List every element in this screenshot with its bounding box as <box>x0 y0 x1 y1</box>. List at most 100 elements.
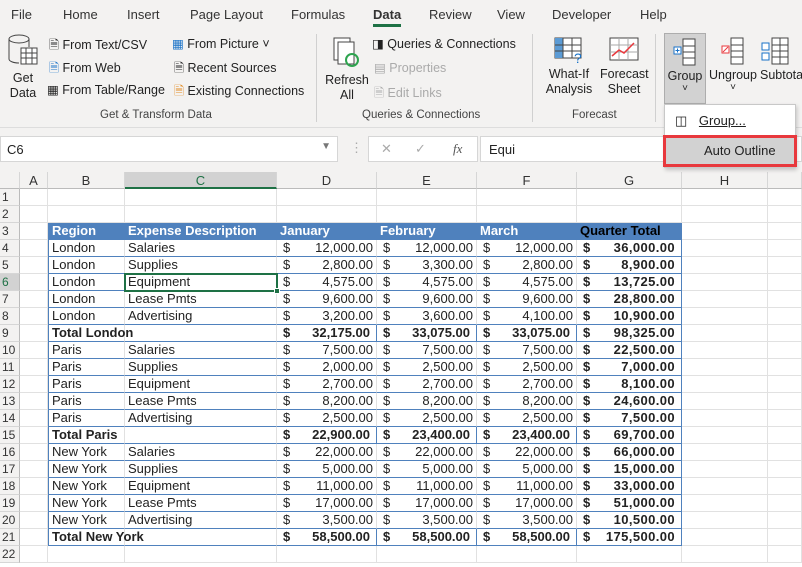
row-header-3[interactable]: 3 <box>0 223 20 240</box>
row-header-13[interactable]: 13 <box>0 393 20 410</box>
cell[interactable] <box>768 410 802 427</box>
cell[interactable] <box>20 478 48 495</box>
name-box[interactable]: C6 ▼ <box>0 136 338 162</box>
cell[interactable] <box>277 206 377 223</box>
column-header-e[interactable]: E <box>377 172 477 189</box>
row-header-9[interactable]: 9 <box>0 325 20 342</box>
cell[interactable]: $7,500.00 <box>477 342 577 359</box>
cell[interactable]: $17,000.00 <box>477 495 577 512</box>
cell[interactable] <box>20 206 48 223</box>
cell[interactable] <box>768 240 802 257</box>
cell[interactable] <box>20 291 48 308</box>
cell[interactable]: $5,000.00 <box>277 461 377 478</box>
cell[interactable] <box>20 376 48 393</box>
cell[interactable]: Paris <box>48 410 125 427</box>
cell[interactable]: $11,000.00 <box>477 478 577 495</box>
cell[interactable]: $66,000.00 <box>577 444 682 461</box>
cell[interactable]: $22,000.00 <box>277 444 377 461</box>
cell[interactable] <box>682 393 768 410</box>
cell[interactable] <box>768 529 802 546</box>
column-header-a[interactable]: A <box>20 172 48 189</box>
cell[interactable] <box>125 529 277 546</box>
cell[interactable]: New York <box>48 478 125 495</box>
cell[interactable]: London <box>48 240 125 257</box>
row-header-11[interactable]: 11 <box>0 359 20 376</box>
cell[interactable]: London <box>48 274 125 291</box>
cell[interactable]: Advertising <box>125 512 277 529</box>
cell[interactable]: $12,000.00 <box>477 240 577 257</box>
cell[interactable] <box>125 546 277 563</box>
cell[interactable] <box>20 274 48 291</box>
cell[interactable]: $2,700.00 <box>277 376 377 393</box>
cell[interactable] <box>768 461 802 478</box>
cell[interactable]: $2,700.00 <box>477 376 577 393</box>
cell[interactable]: $32,175.00 <box>277 325 377 342</box>
cell[interactable]: Paris <box>48 376 125 393</box>
cell[interactable]: New York <box>48 461 125 478</box>
recent-sources-button[interactable]: 🗎 Recent Sources <box>174 59 276 80</box>
cell[interactable] <box>768 376 802 393</box>
cell[interactable]: $58,500.00 <box>377 529 477 546</box>
row-header-6[interactable]: 6 <box>0 274 20 291</box>
group-button[interactable]: Group ˅ <box>664 33 706 104</box>
tab-home[interactable]: Home <box>63 7 98 22</box>
cell[interactable]: $12,000.00 <box>277 240 377 257</box>
cell[interactable] <box>277 546 377 563</box>
cell[interactable]: $33,075.00 <box>477 325 577 342</box>
row-header-1[interactable]: 1 <box>0 189 20 206</box>
cell[interactable]: $98,325.00 <box>577 325 682 342</box>
row-header-10[interactable]: 10 <box>0 342 20 359</box>
cell[interactable] <box>682 461 768 478</box>
cell[interactable] <box>682 546 768 563</box>
cell[interactable]: $7,500.00 <box>277 342 377 359</box>
row-header-22[interactable]: 22 <box>0 546 20 563</box>
cell[interactable]: March <box>477 223 577 240</box>
cell[interactable]: $23,400.00 <box>477 427 577 444</box>
cell[interactable]: $2,500.00 <box>477 410 577 427</box>
cell[interactable]: $5,000.00 <box>377 461 477 478</box>
cell[interactable] <box>768 393 802 410</box>
cell[interactable]: London <box>48 291 125 308</box>
cell[interactable]: $2,700.00 <box>377 376 477 393</box>
cell[interactable] <box>48 189 125 206</box>
cell[interactable] <box>682 240 768 257</box>
cell[interactable]: $15,000.00 <box>577 461 682 478</box>
subtotal-button[interactable]: Subtota <box>760 37 802 82</box>
what-if-analysis-button[interactable]: ? What-If Analysis <box>540 36 598 97</box>
cell[interactable]: Salaries <box>125 240 277 257</box>
cell[interactable]: New York <box>48 495 125 512</box>
cell[interactable] <box>682 410 768 427</box>
cell[interactable] <box>20 342 48 359</box>
cell[interactable] <box>20 223 48 240</box>
row-header-21[interactable]: 21 <box>0 529 20 546</box>
cell[interactable] <box>20 240 48 257</box>
cell[interactable] <box>768 495 802 512</box>
edit-links-button[interactable]: 🗎 Edit Links <box>374 84 442 105</box>
cell[interactable]: $8,200.00 <box>377 393 477 410</box>
cell[interactable] <box>768 325 802 342</box>
cell[interactable]: Lease Pmts <box>125 495 277 512</box>
cell[interactable]: $2,500.00 <box>277 410 377 427</box>
row-header-7[interactable]: 7 <box>0 291 20 308</box>
menu-item-auto-outline[interactable]: Auto Outline <box>663 135 797 167</box>
spreadsheet-grid[interactable]: A B C D E F G H 1 2 3 Region Expense Description Janu… <box>0 172 802 567</box>
cell[interactable] <box>125 427 277 444</box>
row-header-16[interactable]: 16 <box>0 444 20 461</box>
cell[interactable]: $9,600.00 <box>277 291 377 308</box>
row-header-5[interactable]: 5 <box>0 257 20 274</box>
cell[interactable] <box>768 444 802 461</box>
cell[interactable]: $22,000.00 <box>377 444 477 461</box>
cell[interactable]: $36,000.00 <box>577 240 682 257</box>
cell[interactable] <box>577 206 682 223</box>
cell[interactable] <box>682 342 768 359</box>
cell[interactable] <box>125 206 277 223</box>
tab-page-layout[interactable]: Page Layout <box>190 7 263 22</box>
cell[interactable]: $58,500.00 <box>477 529 577 546</box>
cell[interactable] <box>48 206 125 223</box>
cell[interactable]: $2,800.00 <box>277 257 377 274</box>
cell[interactable]: $4,100.00 <box>477 308 577 325</box>
cell[interactable]: Quarter Total <box>577 223 682 240</box>
tab-insert[interactable]: Insert <box>127 7 160 22</box>
ungroup-button[interactable]: Ungroup ˅ <box>708 37 758 93</box>
cell[interactable]: $175,500.00 <box>577 529 682 546</box>
